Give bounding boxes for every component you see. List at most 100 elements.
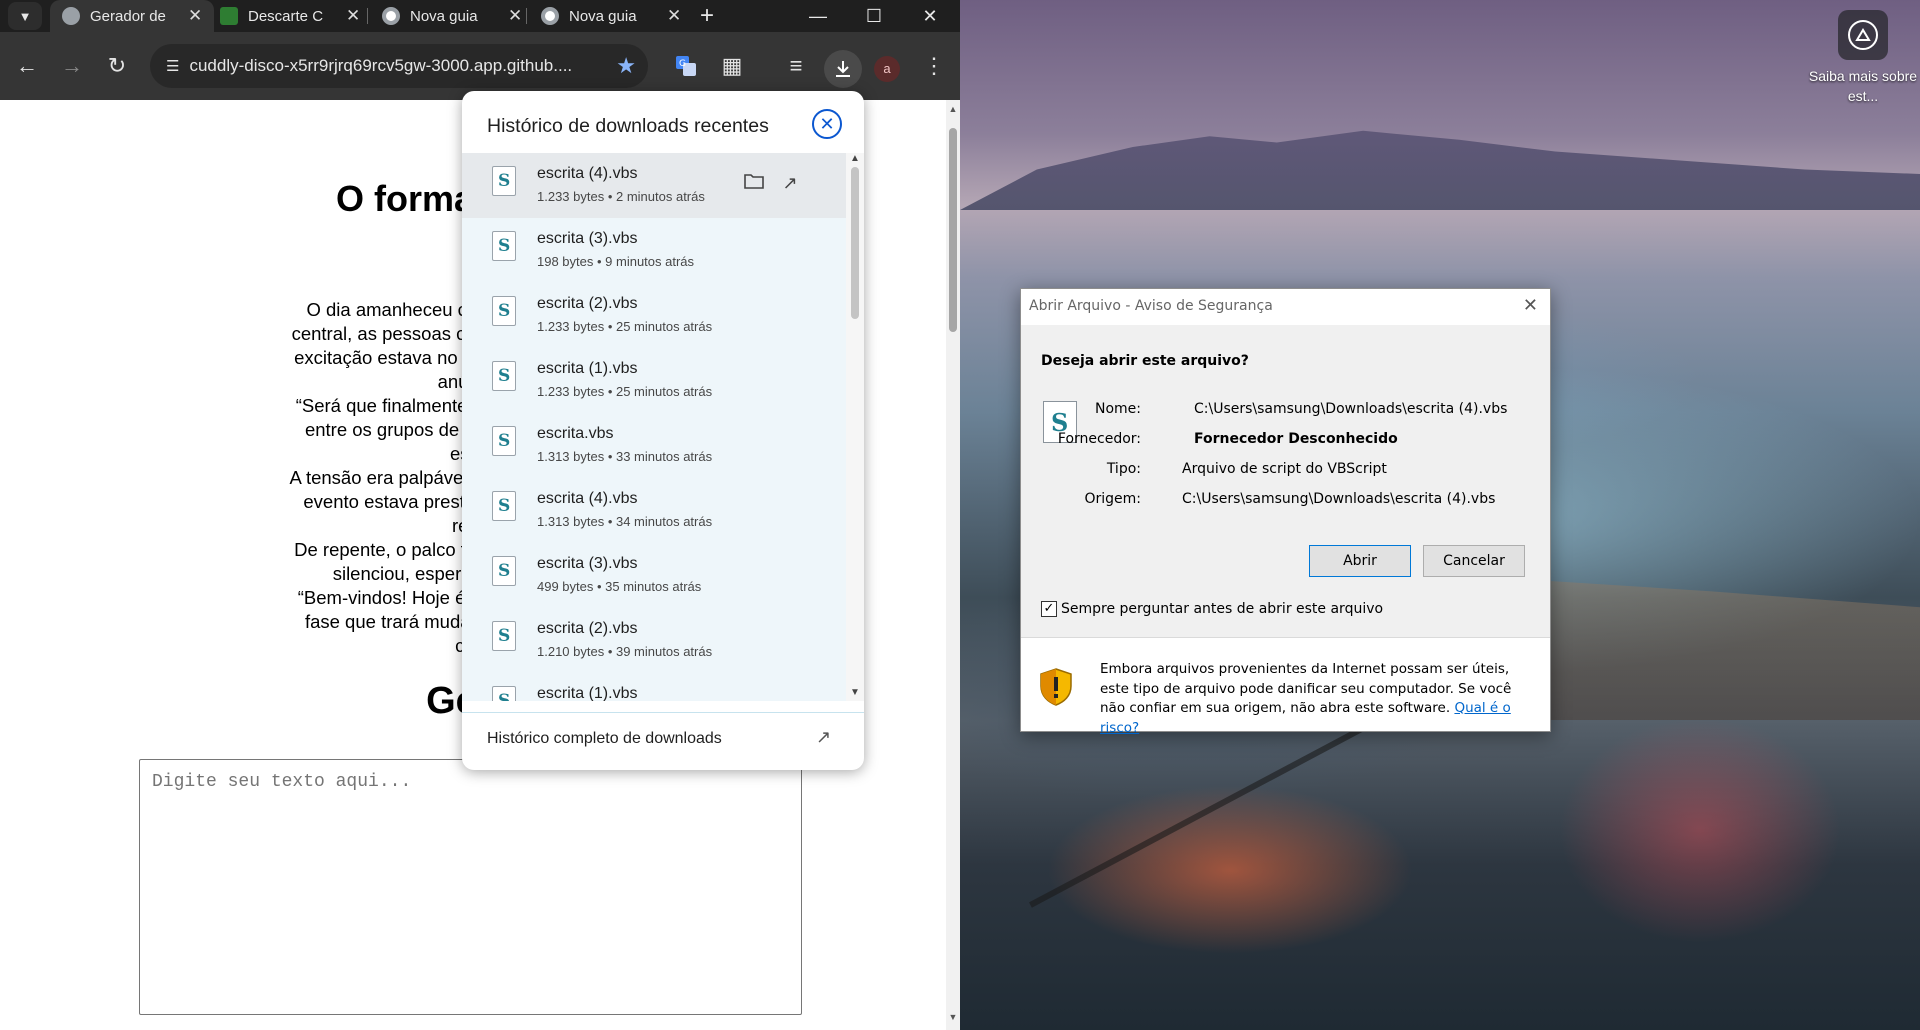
- full-download-history-link[interactable]: Histórico completo de downloads ↗: [462, 712, 864, 770]
- download-item[interactable]: escrita (4).vbs 1.313 bytes • 34 minutos…: [462, 478, 846, 543]
- back-arrow-icon[interactable]: ←: [11, 50, 43, 82]
- close-tab-icon[interactable]: ✕: [188, 6, 202, 26]
- vbs-file-icon: [492, 166, 516, 196]
- download-filename: escrita.vbs: [537, 425, 614, 442]
- download-meta: 499 bytes • 35 minutos atrás: [537, 579, 702, 594]
- download-item[interactable]: escrita (2).vbs 1.210 bytes • 39 minutos…: [462, 608, 846, 673]
- extensions-puzzle-icon[interactable]: ▦: [716, 50, 748, 82]
- maximize-button[interactable]: ☐: [846, 0, 902, 32]
- always-ask-label: Sempre perguntar antes de abrir este arq…: [1061, 601, 1384, 617]
- new-tab-button[interactable]: +: [693, 2, 721, 30]
- close-dialog-icon[interactable]: ✕: [1523, 295, 1538, 316]
- cancel-button[interactable]: Cancelar: [1423, 545, 1525, 577]
- vbs-file-icon: [492, 686, 516, 701]
- download-item[interactable]: escrita (1).vbs 1.233 bytes • 25 minutos…: [462, 348, 846, 413]
- media-queue-icon[interactable]: ≡: [780, 50, 812, 82]
- download-filename: escrita (4).vbs: [537, 165, 638, 182]
- globe-icon: [62, 7, 80, 25]
- downloads-bubble: Histórico de downloads recentes ✕ escrit…: [462, 91, 864, 770]
- site-info-icon[interactable]: ☰: [166, 57, 179, 75]
- minimize-button[interactable]: —: [790, 0, 846, 32]
- close-window-button[interactable]: ✕: [902, 0, 958, 32]
- vbs-file-icon: [492, 296, 516, 326]
- type-label: Tipo:: [1106, 461, 1141, 477]
- vbs-file-icon: [492, 621, 516, 651]
- close-downloads-icon[interactable]: ✕: [812, 109, 842, 139]
- origin-label: Origem:: [1084, 491, 1141, 507]
- forward-arrow-icon[interactable]: →: [56, 50, 88, 82]
- translate-icon[interactable]: G: [670, 50, 702, 82]
- tab-strip: ▼ Gerador de ✕ Descarte C ✕ Nova guia ✕ …: [0, 0, 960, 32]
- profile-avatar[interactable]: a: [874, 56, 900, 82]
- tab-search-button[interactable]: ▼: [8, 2, 42, 30]
- download-item[interactable]: escrita (2).vbs 1.233 bytes • 25 minutos…: [462, 283, 846, 348]
- download-meta: 1.233 bytes • 2 minutos atrás: [537, 189, 705, 204]
- vbs-file-icon: [492, 556, 516, 586]
- download-meta: 1.210 bytes • 39 minutos atrás: [537, 644, 713, 659]
- download-filename: escrita (2).vbs: [537, 295, 638, 312]
- menu-kebab-icon[interactable]: ⋮: [918, 50, 950, 82]
- name-value: C:\Users\samsung\Downloads\escrita (4).v…: [1194, 401, 1508, 417]
- learn-more-label: Saiba mais sobre est...: [1808, 68, 1918, 104]
- tab-title: Nova guia: [410, 7, 478, 25]
- download-filename: escrita (3).vbs: [537, 555, 638, 572]
- download-meta: 1.233 bytes • 25 minutos atrás: [537, 319, 713, 334]
- open-button[interactable]: Abrir: [1309, 545, 1411, 577]
- shield-warning-icon: [1040, 668, 1072, 706]
- page-scrollbar[interactable]: ▲ ▼: [946, 100, 960, 1030]
- close-tab-icon[interactable]: ✕: [346, 6, 360, 26]
- scroll-up-icon[interactable]: ▲: [849, 153, 861, 164]
- tab-nova-guia-1[interactable]: Nova guia ✕: [370, 0, 534, 32]
- open-external-icon[interactable]: ↗: [776, 169, 804, 197]
- type-value: Arquivo de script do VBScript: [1182, 461, 1387, 477]
- scroll-up-icon[interactable]: ▲: [948, 104, 958, 114]
- download-item[interactable]: escrita (3).vbs 499 bytes • 35 minutos a…: [462, 543, 846, 608]
- chrome-icon: [541, 7, 559, 25]
- chrome-icon: [382, 7, 400, 25]
- close-tab-icon[interactable]: ✕: [508, 6, 522, 26]
- address-bar[interactable]: ☰ cuddly-disco-x5rr9rjrq69rcv5gw-3000.ap…: [150, 44, 648, 88]
- tab-descarte[interactable]: Descarte C ✕: [208, 0, 372, 32]
- tab-separator: [367, 8, 368, 24]
- warning-panel: Embora arquivos provenientes da Internet…: [1021, 637, 1550, 736]
- svg-text:G: G: [679, 59, 686, 69]
- tab-nova-guia-2[interactable]: Nova guia ✕: [529, 0, 693, 32]
- downloads-scrollbar[interactable]: ▲ ▼: [846, 153, 864, 701]
- site-favicon-icon: [220, 7, 238, 25]
- scroll-down-icon[interactable]: ▼: [948, 1012, 958, 1022]
- warning-message: Embora arquivos provenientes da Internet…: [1100, 661, 1512, 716]
- bookmark-star-icon[interactable]: ★: [616, 53, 636, 79]
- dialog-question: Deseja abrir este arquivo?: [1041, 353, 1249, 369]
- security-warning-dialog: Abrir Arquivo - Aviso de Segurança ✕ Des…: [1020, 288, 1551, 736]
- always-ask-checkbox[interactable]: ✓: [1041, 601, 1057, 617]
- scrollbar-thumb[interactable]: [851, 167, 859, 319]
- close-tab-icon[interactable]: ✕: [667, 6, 681, 26]
- address-url: cuddly-disco-x5rr9rjrq69rcv5gw-3000.app.…: [189, 56, 573, 75]
- download-item[interactable]: escrita.vbs 1.313 bytes • 33 minutos atr…: [462, 413, 846, 478]
- folder-icon[interactable]: [740, 169, 768, 197]
- download-button[interactable]: [824, 50, 862, 88]
- vbs-file-icon: [492, 361, 516, 391]
- vendor-label: Fornecedor:: [1057, 431, 1141, 447]
- tab-gerador[interactable]: Gerador de ✕: [50, 0, 215, 32]
- download-item[interactable]: escrita (3).vbs 198 bytes • 9 minutos at…: [462, 218, 846, 283]
- learn-more-desktop-icon[interactable]: Saiba mais sobre est...: [1808, 10, 1918, 106]
- open-external-icon: ↗: [816, 727, 832, 747]
- download-meta: 1.313 bytes • 34 minutos atrás: [537, 514, 713, 529]
- vendor-value: Fornecedor Desconhecido: [1194, 431, 1398, 447]
- browser-window: ▼ Gerador de ✕ Descarte C ✕ Nova guia ✕ …: [0, 0, 960, 1030]
- wallpaper-mountain: [960, 130, 1920, 210]
- scroll-down-icon[interactable]: ▼: [849, 687, 861, 698]
- download-item[interactable]: escrita (1).vbs: [462, 673, 846, 701]
- download-meta: 1.233 bytes • 25 minutos atrás: [537, 384, 713, 399]
- dialog-title: Abrir Arquivo - Aviso de Segurança: [1029, 298, 1273, 314]
- full-history-label: Histórico completo de downloads: [487, 730, 722, 747]
- download-item[interactable]: escrita (4).vbs 1.233 bytes • 2 minutos …: [462, 153, 846, 218]
- download-filename: escrita (4).vbs: [537, 490, 638, 507]
- reload-icon[interactable]: ↻: [101, 50, 133, 82]
- vbs-file-icon: [492, 491, 516, 521]
- scrollbar-thumb[interactable]: [949, 128, 957, 332]
- text-input-area[interactable]: [139, 759, 802, 1015]
- download-filename: escrita (3).vbs: [537, 230, 638, 247]
- tab-title: Nova guia: [569, 7, 637, 25]
